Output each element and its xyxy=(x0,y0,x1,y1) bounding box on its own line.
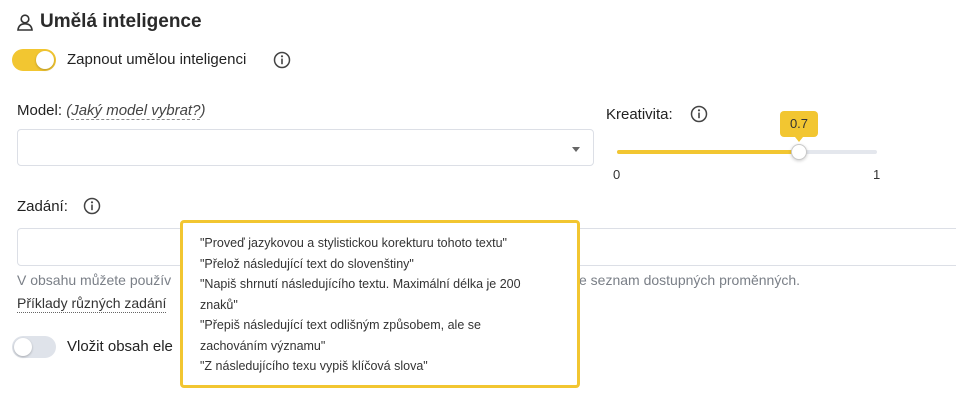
slider-thumb[interactable] xyxy=(791,144,807,160)
toggle-knob xyxy=(36,51,54,69)
ai-toggle[interactable] xyxy=(12,49,56,71)
example-item[interactable]: "Z následujícího texu vypiš klíčová slov… xyxy=(200,356,562,377)
slider-value-bubble: 0.7 xyxy=(780,111,818,142)
model-select[interactable] xyxy=(17,129,594,166)
examples-popover: "Proveď jazykovou a stylistickou korektu… xyxy=(180,220,580,388)
slider-fill xyxy=(617,150,799,154)
example-item[interactable]: "Přepiš následující text odlišným způsob… xyxy=(200,315,562,336)
model-label-row: Model: (Jaký model vybrat?) xyxy=(17,102,206,120)
toggle-knob xyxy=(14,338,32,356)
user-icon xyxy=(17,14,33,31)
example-item[interactable]: zachováním významu" xyxy=(200,336,562,357)
insert-content-label: Vložit obsah ele xyxy=(67,338,173,355)
slider-max-label: 1 xyxy=(873,167,881,182)
section-title: Umělá inteligence xyxy=(16,11,202,33)
model-label: Model: xyxy=(17,102,63,119)
section-title-text: Umělá inteligence xyxy=(40,11,202,32)
help-text-left: V obsahu můžete použív xyxy=(17,272,172,288)
creativity-label: Kreativita: xyxy=(606,106,673,123)
example-item[interactable]: znaků" xyxy=(200,295,562,316)
insert-content-toggle[interactable] xyxy=(12,336,56,358)
slider-min-label: 0 xyxy=(613,167,621,182)
example-item[interactable]: "Napiš shrnutí následujícího textu. Maxi… xyxy=(200,274,562,295)
model-hint: (Jaký model vybrat?) xyxy=(66,102,206,120)
examples-link[interactable]: Příklady různých zadání xyxy=(17,295,167,313)
info-icon[interactable] xyxy=(690,105,708,123)
help-text-right: e seznam dostupných proměnných. xyxy=(579,272,801,288)
example-item[interactable]: "Přelož následující text do slovenštiny" xyxy=(200,254,562,275)
model-help-link[interactable]: Jaký model vybrat? xyxy=(71,102,201,120)
creativity-slider[interactable]: 0.7 xyxy=(617,111,877,160)
help-text: V obsahu můžete použív e seznam dostupný… xyxy=(17,272,800,288)
prompt-label: Zadání: xyxy=(17,198,68,215)
info-icon[interactable] xyxy=(83,197,101,215)
info-icon[interactable] xyxy=(273,51,291,69)
example-item[interactable]: "Proveď jazykovou a stylistickou korektu… xyxy=(200,233,562,254)
ai-toggle-label: Zapnout umělou inteligenci xyxy=(67,51,247,68)
chevron-down-icon xyxy=(572,147,580,152)
